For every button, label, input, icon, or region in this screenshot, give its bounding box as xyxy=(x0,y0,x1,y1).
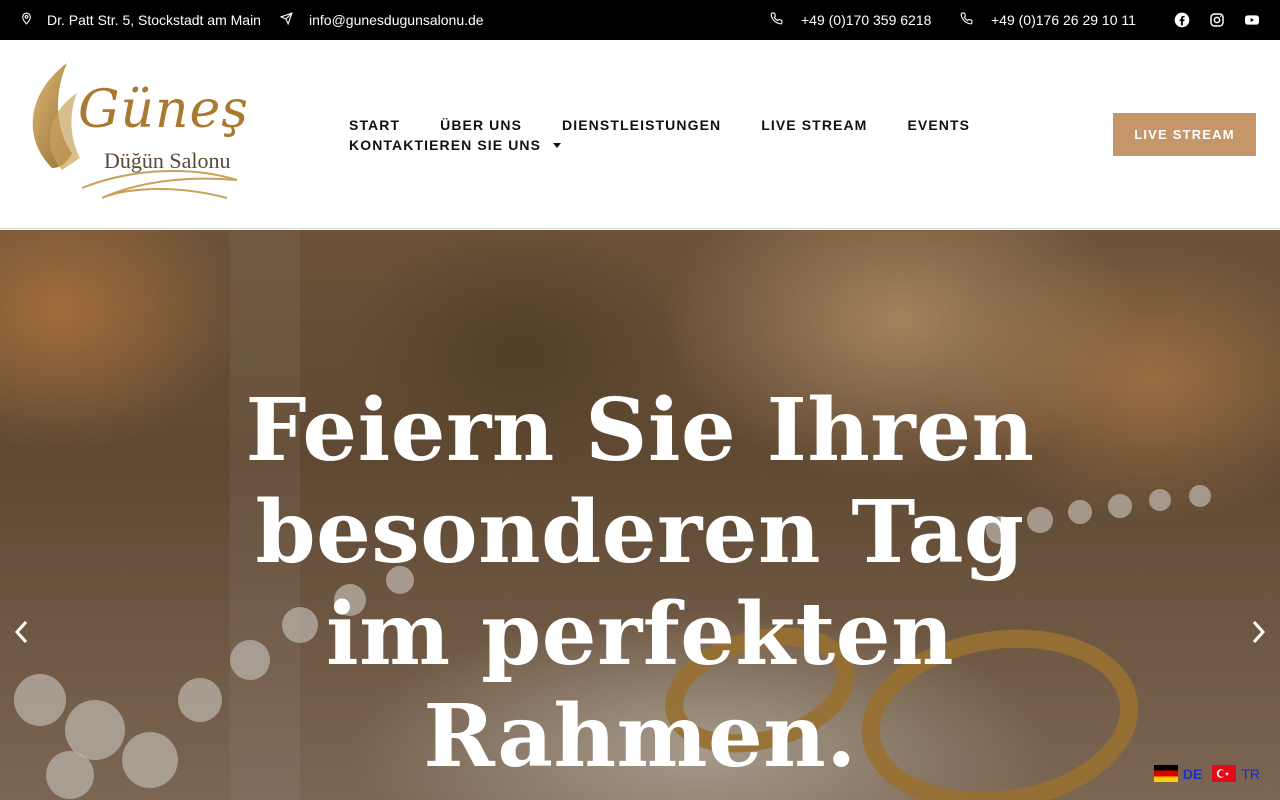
nav-item-dienstleistungen[interactable]: DIENSTLEISTUNGEN xyxy=(562,117,721,133)
turkey-flag-icon xyxy=(1212,765,1237,782)
youtube-icon[interactable] xyxy=(1244,12,1260,28)
send-icon xyxy=(279,12,293,28)
nav-item-kontakt[interactable]: KONTAKTIEREN SIE UNS xyxy=(349,137,562,153)
email-link[interactable]: info@gunesdugunsalonu.de xyxy=(309,12,484,28)
hero-title-line: Rahmen. xyxy=(423,686,857,787)
slider-next-arrow-icon[interactable] xyxy=(1248,618,1268,646)
hero-slider: Feiern Sie Ihren besonderen Tag im perfe… xyxy=(0,230,1280,800)
phone-link-1[interactable]: +49 (0)170 359 6218 xyxy=(801,12,931,28)
phone-info-1[interactable]: +49 (0)170 359 6218 xyxy=(770,0,931,40)
main-nav: START ÜBER UNS DIENSTLEISTUNGEN LIVE STR… xyxy=(349,115,969,155)
phone-link-2[interactable]: +49 (0)176 26 29 10 11 xyxy=(991,12,1136,28)
address-text: Dr. Patt Str. 5, Stockstadt am Main xyxy=(47,12,261,28)
language-option-de[interactable]: DE xyxy=(1153,765,1203,782)
logo-title: Güneş xyxy=(78,80,249,140)
language-label-tr: TR xyxy=(1241,765,1260,782)
facebook-icon[interactable] xyxy=(1174,12,1190,28)
map-pin-icon xyxy=(20,12,33,28)
phone-icon xyxy=(960,12,973,28)
language-switcher: DE TR xyxy=(1153,765,1260,782)
site-header: Güneş Düğün Salonu START ÜBER UNS DIENST… xyxy=(0,40,1280,229)
nav-item-live-stream[interactable]: LIVE STREAM xyxy=(761,117,867,133)
language-option-tr[interactable]: TR xyxy=(1212,765,1260,782)
social-links xyxy=(1174,0,1260,40)
hero-title-line: Feiern Sie Ihren xyxy=(245,380,1035,481)
language-label-de: DE xyxy=(1182,765,1203,782)
live-stream-button[interactable]: LIVE STREAM xyxy=(1113,113,1256,156)
chevron-down-icon xyxy=(553,142,562,148)
hero-title: Feiern Sie Ihren besonderen Tag im perfe… xyxy=(240,380,1040,788)
nav-item-uber-uns[interactable]: ÜBER UNS xyxy=(440,117,522,133)
phone-icon xyxy=(770,12,783,28)
top-bar: Dr. Patt Str. 5, Stockstadt am Main info… xyxy=(0,0,1280,40)
site-logo[interactable]: Güneş Düğün Salonu xyxy=(22,58,262,213)
germany-flag-icon xyxy=(1153,765,1178,782)
nav-item-kontakt-label: KONTAKTIEREN SIE UNS xyxy=(349,137,542,153)
email-info[interactable]: info@gunesdugunsalonu.de xyxy=(279,0,484,40)
address-info: Dr. Patt Str. 5, Stockstadt am Main xyxy=(20,0,261,40)
slider-prev-arrow-icon[interactable] xyxy=(12,618,32,646)
hero-title-line: im perfekten xyxy=(325,584,955,685)
nav-item-start[interactable]: START xyxy=(349,117,400,133)
logo-subtitle: Düğün Salonu xyxy=(104,148,231,173)
phone-info-2[interactable]: +49 (0)176 26 29 10 11 xyxy=(960,0,1136,40)
instagram-icon[interactable] xyxy=(1209,12,1225,28)
hero-title-line: besonderen Tag xyxy=(255,482,1025,583)
nav-item-events[interactable]: EVENTS xyxy=(907,117,970,133)
